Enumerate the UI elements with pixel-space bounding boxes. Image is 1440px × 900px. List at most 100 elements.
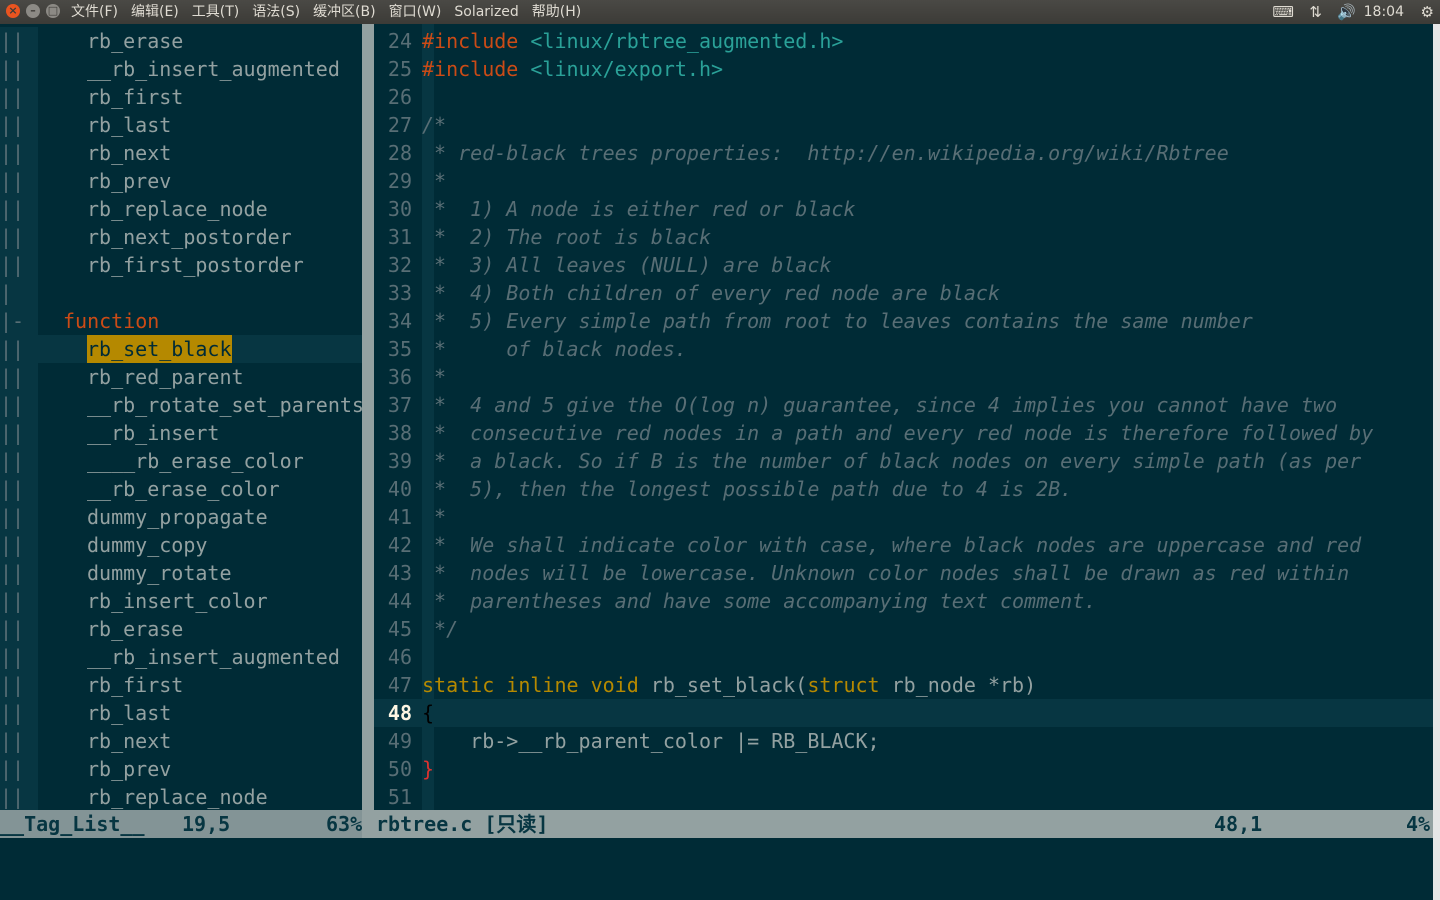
taglist-item[interactable]: | (0, 279, 362, 307)
volume-icon[interactable]: 🔊 (1337, 0, 1356, 24)
taglist-item[interactable]: || rb_next_postorder (0, 223, 362, 251)
taglist-tag-name[interactable]: rb_next_postorder (87, 223, 292, 251)
code-line[interactable]: 40 * 5), then the longest possible path … (374, 475, 1433, 503)
code-line[interactable]: 43 * nodes will be lowercase. Unknown co… (374, 559, 1433, 587)
menu-file[interactable]: 文件(F) (71, 0, 118, 24)
taglist-fold-marker[interactable]: || (0, 727, 24, 755)
taglist-tag-name[interactable]: rb_erase (87, 27, 183, 55)
taglist-fold-marker[interactable]: | (0, 279, 12, 307)
code-text[interactable]: { (422, 699, 434, 727)
taglist-fold-marker[interactable]: || (0, 783, 24, 811)
taglist-tag-name[interactable]: __rb_erase_color (87, 475, 280, 503)
taglist-tag-name[interactable]: __rb_insert_augmented (87, 55, 340, 83)
taglist-tag-name[interactable]: rb_first (87, 83, 183, 111)
taglist-tag-name[interactable]: rb_prev (87, 755, 171, 783)
menu-syntax[interactable]: 语法(S) (252, 0, 300, 24)
code-text[interactable]: * We shall indicate color with case, whe… (422, 531, 1361, 559)
taglist-tag-name[interactable]: rb_next (87, 139, 171, 167)
code-text[interactable]: /* (422, 111, 446, 139)
taglist-item[interactable]: || dummy_propagate (0, 503, 362, 531)
taglist-tag-name[interactable]: dummy_copy (87, 531, 207, 559)
taglist-fold-marker[interactable]: || (0, 363, 24, 391)
taglist-item[interactable]: || rb_first (0, 671, 362, 699)
taglist-kind-header[interactable]: function (63, 307, 159, 335)
code-line[interactable]: 29 * (374, 167, 1433, 195)
menu-tools[interactable]: 工具(T) (192, 0, 239, 24)
taglist-fold-marker[interactable]: || (0, 55, 24, 83)
taglist-fold-marker[interactable]: || (0, 139, 24, 167)
taglist-tag-name[interactable]: rb_first_postorder (87, 251, 304, 279)
code-line[interactable]: 44 * parentheses and have some accompany… (374, 587, 1433, 615)
menu-buffers[interactable]: 缓冲区(B) (313, 0, 376, 24)
menu-window[interactable]: 窗口(W) (389, 0, 442, 24)
code-line[interactable]: 39 * a black. So if B is the number of b… (374, 447, 1433, 475)
taglist-tag-name[interactable]: rb_erase (87, 615, 183, 643)
taglist-tag-name[interactable]: __rb_rotate_set_parents (87, 391, 364, 419)
code-line[interactable]: 35 * of black nodes. (374, 335, 1433, 363)
taglist-item[interactable]: |- function (0, 307, 362, 335)
taglist-tag-name[interactable]: dummy_propagate (87, 503, 268, 531)
code-text[interactable]: } (422, 755, 434, 783)
taglist-item[interactable]: || rb_erase (0, 27, 362, 55)
taglist-fold-marker[interactable]: || (0, 111, 24, 139)
clock[interactable]: 18:04 (1364, 0, 1404, 24)
taglist-tag-name[interactable]: rb_last (87, 111, 171, 139)
code-line[interactable]: 30 * 1) A node is either red or black (374, 195, 1433, 223)
code-text[interactable]: * (422, 167, 446, 195)
taglist-item[interactable]: || __rb_insert_augmented (0, 55, 362, 83)
taglist-fold-marker[interactable]: || (0, 643, 24, 671)
taglist-item[interactable]: || rb_replace_node (0, 783, 362, 811)
taglist-item[interactable]: || rb_last (0, 111, 362, 139)
taglist-item[interactable]: || rb_prev (0, 755, 362, 783)
code-line[interactable]: 34 * 5) Every simple path from root to l… (374, 307, 1433, 335)
code-text[interactable]: * (422, 503, 446, 531)
taglist-item[interactable]: || dummy_copy (0, 531, 362, 559)
code-line[interactable]: 37 * 4 and 5 give the O(log n) guarantee… (374, 391, 1433, 419)
taglist-tag-name[interactable]: ____rb_erase_color (87, 447, 304, 475)
taglist-fold-marker[interactable]: || (0, 83, 24, 111)
taglist-item[interactable]: || dummy_rotate (0, 559, 362, 587)
code-text[interactable]: * 4 and 5 give the O(log n) guarantee, s… (422, 391, 1337, 419)
taglist-tag-name[interactable]: rb_red_parent (87, 363, 244, 391)
taglist-item[interactable]: || __rb_rotate_set_parents (0, 391, 364, 419)
code-line[interactable]: 27 /* (374, 111, 1433, 139)
code-text[interactable]: * 2) The root is black (422, 223, 711, 251)
taglist-fold-marker[interactable]: || (0, 391, 24, 419)
taglist-item[interactable]: || rb_insert_color (0, 587, 362, 615)
code-line[interactable]: 50} (374, 755, 1433, 783)
taglist-item[interactable]: || rb_set_black (0, 335, 362, 363)
taglist-tag-name[interactable]: rb_insert_color (87, 587, 268, 615)
window-close-button[interactable]: × (6, 4, 20, 18)
taglist-item[interactable]: || __rb_insert_augmented (0, 643, 362, 671)
taglist-tag-name[interactable]: rb_replace_node (87, 783, 268, 811)
taglist-tag-name[interactable]: rb_next (87, 727, 171, 755)
code-text[interactable]: rb->__rb_parent_color |= RB_BLACK; (422, 727, 879, 755)
keyboard-icon[interactable]: ⌨ (1272, 0, 1294, 24)
taglist-tag-name[interactable]: rb_replace_node (87, 195, 268, 223)
taglist-item[interactable]: || rb_prev (0, 167, 362, 195)
code-text[interactable]: * 3) All leaves (NULL) are black (422, 251, 831, 279)
taglist-tag-name[interactable]: __rb_insert_augmented (87, 643, 340, 671)
taglist-fold-marker[interactable]: || (0, 671, 24, 699)
code-text[interactable]: * (422, 363, 446, 391)
taglist-fold-marker[interactable]: || (0, 531, 24, 559)
settings-icon[interactable]: ⚙ (1421, 0, 1434, 24)
code-text[interactable]: #include <linux/rbtree_augmented.h> (422, 27, 843, 55)
code-line[interactable]: 26 (374, 83, 1433, 111)
taglist-tag-name[interactable]: rb_last (87, 699, 171, 727)
taglist-tag-name[interactable]: dummy_rotate (87, 559, 232, 587)
code-text[interactable]: * of black nodes. (422, 335, 687, 363)
taglist-item[interactable]: || rb_first_postorder (0, 251, 362, 279)
taglist-fold-marker[interactable]: || (0, 419, 24, 447)
taglist-item[interactable]: || ____rb_erase_color (0, 447, 362, 475)
taglist-fold-marker[interactable]: || (0, 587, 24, 615)
code-line[interactable]: 51 (374, 783, 1433, 811)
code-line[interactable]: 28 * red-black trees properties: http://… (374, 139, 1433, 167)
code-text[interactable]: * nodes will be lowercase. Unknown color… (422, 559, 1349, 587)
taglist-fold-marker[interactable]: || (0, 503, 24, 531)
code-line[interactable]: 48 { (374, 699, 1433, 727)
vertical-split-separator[interactable] (362, 24, 374, 810)
taglist-fold-marker[interactable]: || (0, 251, 24, 279)
code-line[interactable]: 36 * (374, 363, 1433, 391)
taglist-tag-name[interactable]: rb_prev (87, 167, 171, 195)
